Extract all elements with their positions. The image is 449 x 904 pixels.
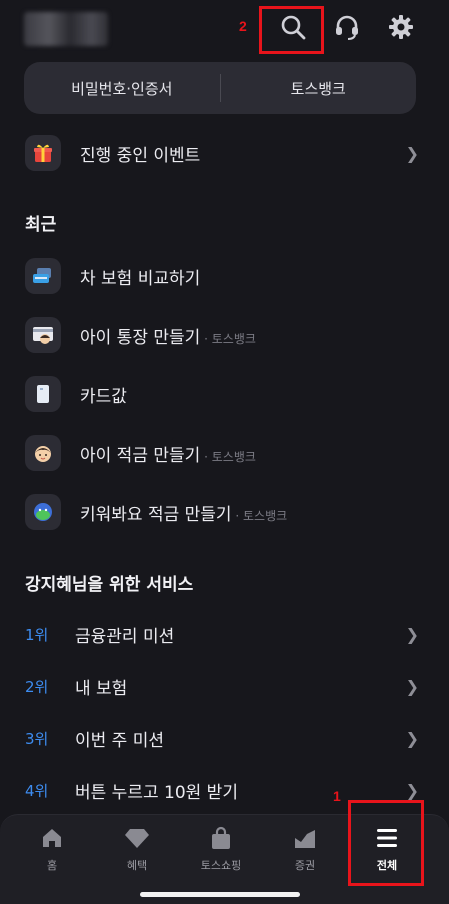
character-icon xyxy=(25,494,61,530)
service-label: 내 보험 xyxy=(75,678,128,699)
recent-item-label: 카드값 xyxy=(80,386,127,407)
recent-item-kid-account[interactable]: 아이 통장 만들기 · 토스뱅크 xyxy=(0,311,449,359)
services-title: 강지혜님을 위한 서비스 xyxy=(25,575,194,595)
kid-face-icon xyxy=(25,435,61,471)
recent-item-label: 차 보험 비교하기 xyxy=(80,268,201,289)
events-row[interactable]: 진행 중인 이벤트 ❯ xyxy=(0,129,449,177)
recent-title: 최근 xyxy=(25,215,57,235)
tab-label: 증권 xyxy=(294,859,316,872)
service-label: 이번 주 미션 xyxy=(75,730,165,751)
gift-icon xyxy=(25,135,61,171)
chevron-right-icon: ❯ xyxy=(405,624,419,644)
toss-bank-button[interactable]: 토스뱅크 xyxy=(221,78,417,99)
tab-label: 토스쇼핑 xyxy=(200,859,242,872)
tab-stocks[interactable]: 증권 xyxy=(270,825,340,873)
service-item-1[interactable]: 1위 금융관리 미션 ❯ xyxy=(0,610,449,658)
kid-account-icon xyxy=(25,317,61,353)
top-bar xyxy=(0,0,449,58)
menu-icon xyxy=(377,829,397,847)
chevron-right-icon: ❯ xyxy=(405,143,419,163)
rank-label: 4위 xyxy=(25,781,49,800)
service-item-2[interactable]: 2위 내 보험 ❯ xyxy=(0,662,449,710)
tab-benefits[interactable]: 혜택 xyxy=(102,825,172,873)
service-item-3[interactable]: 3위 이번 주 미션 ❯ xyxy=(0,714,449,762)
tab-home[interactable]: 홈 xyxy=(17,825,87,873)
annotation-number-1: 1 xyxy=(333,788,341,804)
service-item-4[interactable]: 4위 버튼 누르고 10원 받기 ❯ xyxy=(0,766,449,814)
recent-item-grow-savings[interactable]: 키워봐요 적금 만들기 · 토스뱅크 xyxy=(0,488,449,536)
diamond-icon xyxy=(125,829,149,848)
tab-label: 홈 xyxy=(46,859,58,872)
tab-label: 전체 xyxy=(376,859,398,872)
gear-icon xyxy=(389,15,413,39)
annotation-number-2: 2 xyxy=(239,18,247,34)
search-icon xyxy=(281,15,306,40)
card-icon xyxy=(25,376,61,412)
recent-item-car-insurance[interactable]: 차 보험 비교하기 xyxy=(0,252,449,300)
chevron-right-icon: ❯ xyxy=(405,676,419,696)
rank-label: 2위 xyxy=(25,677,49,696)
settings-button[interactable] xyxy=(380,8,422,46)
support-button[interactable] xyxy=(326,8,368,46)
shopping-bag-icon xyxy=(212,826,230,849)
bottom-tab-bar: 홈 혜택 토스쇼핑 증권 전체 xyxy=(0,814,449,904)
profile-name-blurred[interactable] xyxy=(24,12,108,46)
search-button[interactable] xyxy=(272,8,314,46)
recent-item-label: 아이 적금 만들기 · 토스뱅크 xyxy=(80,445,256,466)
stock-chart-icon xyxy=(295,830,315,848)
service-label: 금융관리 미션 xyxy=(75,626,175,647)
tab-shopping[interactable]: 토스쇼핑 xyxy=(186,825,256,873)
password-certificate-button[interactable]: 비밀번호·인증서 xyxy=(24,78,220,99)
recent-item-label: 아이 통장 만들기 · 토스뱅크 xyxy=(80,327,256,348)
tab-all[interactable]: 전체 xyxy=(352,825,422,873)
service-label: 버튼 누르고 10원 받기 xyxy=(75,782,238,803)
recent-item-label: 키워봐요 적금 만들기 · 토스뱅크 xyxy=(80,504,288,525)
rank-label: 3위 xyxy=(25,729,49,748)
events-label: 진행 중인 이벤트 xyxy=(80,145,201,166)
chevron-right-icon: ❯ xyxy=(405,780,419,800)
car-insurance-icon xyxy=(25,258,61,294)
home-indicator[interactable] xyxy=(140,892,300,897)
recent-item-kid-savings[interactable]: 아이 적금 만들기 · 토스뱅크 xyxy=(0,429,449,477)
home-icon xyxy=(43,829,61,847)
chevron-right-icon: ❯ xyxy=(405,728,419,748)
tab-label: 혜택 xyxy=(126,859,148,872)
rank-label: 1위 xyxy=(25,625,49,644)
recent-item-card-bill[interactable]: 카드값 xyxy=(0,370,449,418)
quick-segment: 비밀번호·인증서 토스뱅크 xyxy=(24,62,416,114)
headset-icon xyxy=(336,15,358,40)
